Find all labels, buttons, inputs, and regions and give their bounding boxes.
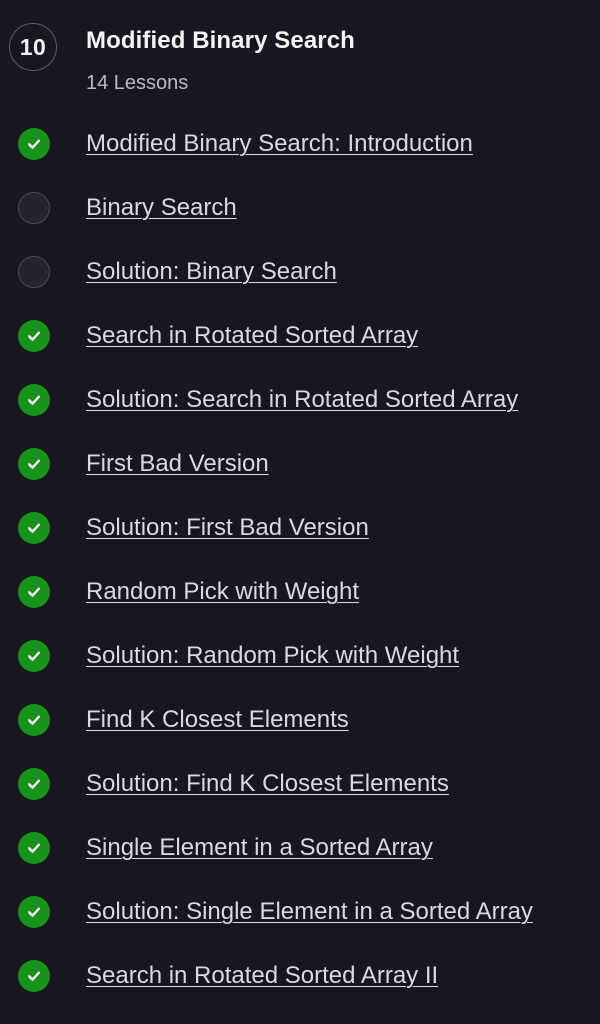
check-circle-icon	[18, 960, 50, 992]
lesson-item[interactable]: Single Element in a Sorted Array	[0, 816, 600, 880]
lesson-item[interactable]: Solution: Search in Rotated Sorted Array	[0, 368, 600, 432]
lesson-item[interactable]: Search in Rotated Sorted Array	[0, 304, 600, 368]
check-circle-icon	[18, 896, 50, 928]
lesson-item[interactable]: First Bad Version	[0, 432, 600, 496]
checkmark-icon	[28, 779, 40, 789]
checkmark-icon	[28, 587, 40, 597]
lesson-item[interactable]: Solution: Random Pick with Weight	[0, 624, 600, 688]
lesson-item[interactable]: Modified Binary Search: Introduction	[0, 112, 600, 176]
lesson-link[interactable]: Solution: Random Pick with Weight	[86, 641, 459, 671]
checkmark-icon	[28, 331, 40, 341]
lesson-link[interactable]: First Bad Version	[86, 449, 269, 479]
check-circle-icon	[18, 832, 50, 864]
checkmark-icon	[28, 843, 40, 853]
lesson-item[interactable]: Binary Search	[0, 176, 600, 240]
checkmark-icon	[28, 459, 40, 469]
check-circle-icon	[18, 640, 50, 672]
checkmark-icon	[28, 971, 40, 981]
checkmark-icon	[28, 523, 40, 533]
module-number-badge: 10	[9, 23, 57, 71]
checkmark-icon	[28, 651, 40, 661]
lesson-link[interactable]: Search in Rotated Sorted Array II	[86, 961, 438, 991]
checkmark-icon	[28, 907, 40, 917]
lesson-link[interactable]: Random Pick with Weight	[86, 577, 359, 607]
check-circle-icon	[18, 576, 50, 608]
checkmark-icon	[28, 715, 40, 725]
check-circle-icon	[18, 448, 50, 480]
checkmark-icon	[28, 139, 40, 149]
lesson-item[interactable]: Find K Closest Elements	[0, 688, 600, 752]
lesson-link[interactable]: Modified Binary Search: Introduction	[86, 129, 473, 159]
check-circle-icon	[18, 320, 50, 352]
lesson-count: 14 Lessons	[86, 72, 189, 94]
check-circle-icon	[18, 512, 50, 544]
lesson-link[interactable]: Solution: Binary Search	[86, 257, 337, 287]
lesson-item[interactable]: Random Pick with Weight	[0, 560, 600, 624]
check-circle-icon	[18, 128, 50, 160]
checkmark-icon	[28, 395, 40, 405]
lesson-link[interactable]: Solution: Single Element in a Sorted Arr…	[86, 897, 533, 927]
lesson-link[interactable]: Binary Search	[86, 193, 237, 223]
lesson-link[interactable]: Search in Rotated Sorted Array	[86, 321, 418, 351]
check-circle-icon	[18, 384, 50, 416]
empty-circle-icon	[18, 256, 50, 288]
lesson-link[interactable]: Solution: Find K Closest Elements	[86, 769, 449, 799]
check-circle-icon	[18, 768, 50, 800]
check-circle-icon	[18, 704, 50, 736]
lesson-link[interactable]: Find K Closest Elements	[86, 705, 349, 735]
lesson-item[interactable]: Solution: Find K Closest Elements	[0, 752, 600, 816]
lesson-item[interactable]: Solution: First Bad Version	[0, 496, 600, 560]
lesson-item[interactable]: Search in Rotated Sorted Array II	[0, 944, 600, 1008]
module-title: Modified Binary Search	[86, 27, 355, 54]
module-header: 10 Modified Binary Search 14 Lessons	[0, 0, 600, 110]
lesson-link[interactable]: Solution: First Bad Version	[86, 513, 369, 543]
lesson-link[interactable]: Single Element in a Sorted Array	[86, 833, 433, 863]
lesson-item[interactable]: Solution: Single Element in a Sorted Arr…	[0, 880, 600, 944]
empty-circle-icon	[18, 192, 50, 224]
lesson-list: Modified Binary Search: Introduction Bin…	[0, 112, 600, 1008]
lesson-link[interactable]: Solution: Search in Rotated Sorted Array	[86, 385, 518, 415]
lesson-item[interactable]: Solution: Binary Search	[0, 240, 600, 304]
